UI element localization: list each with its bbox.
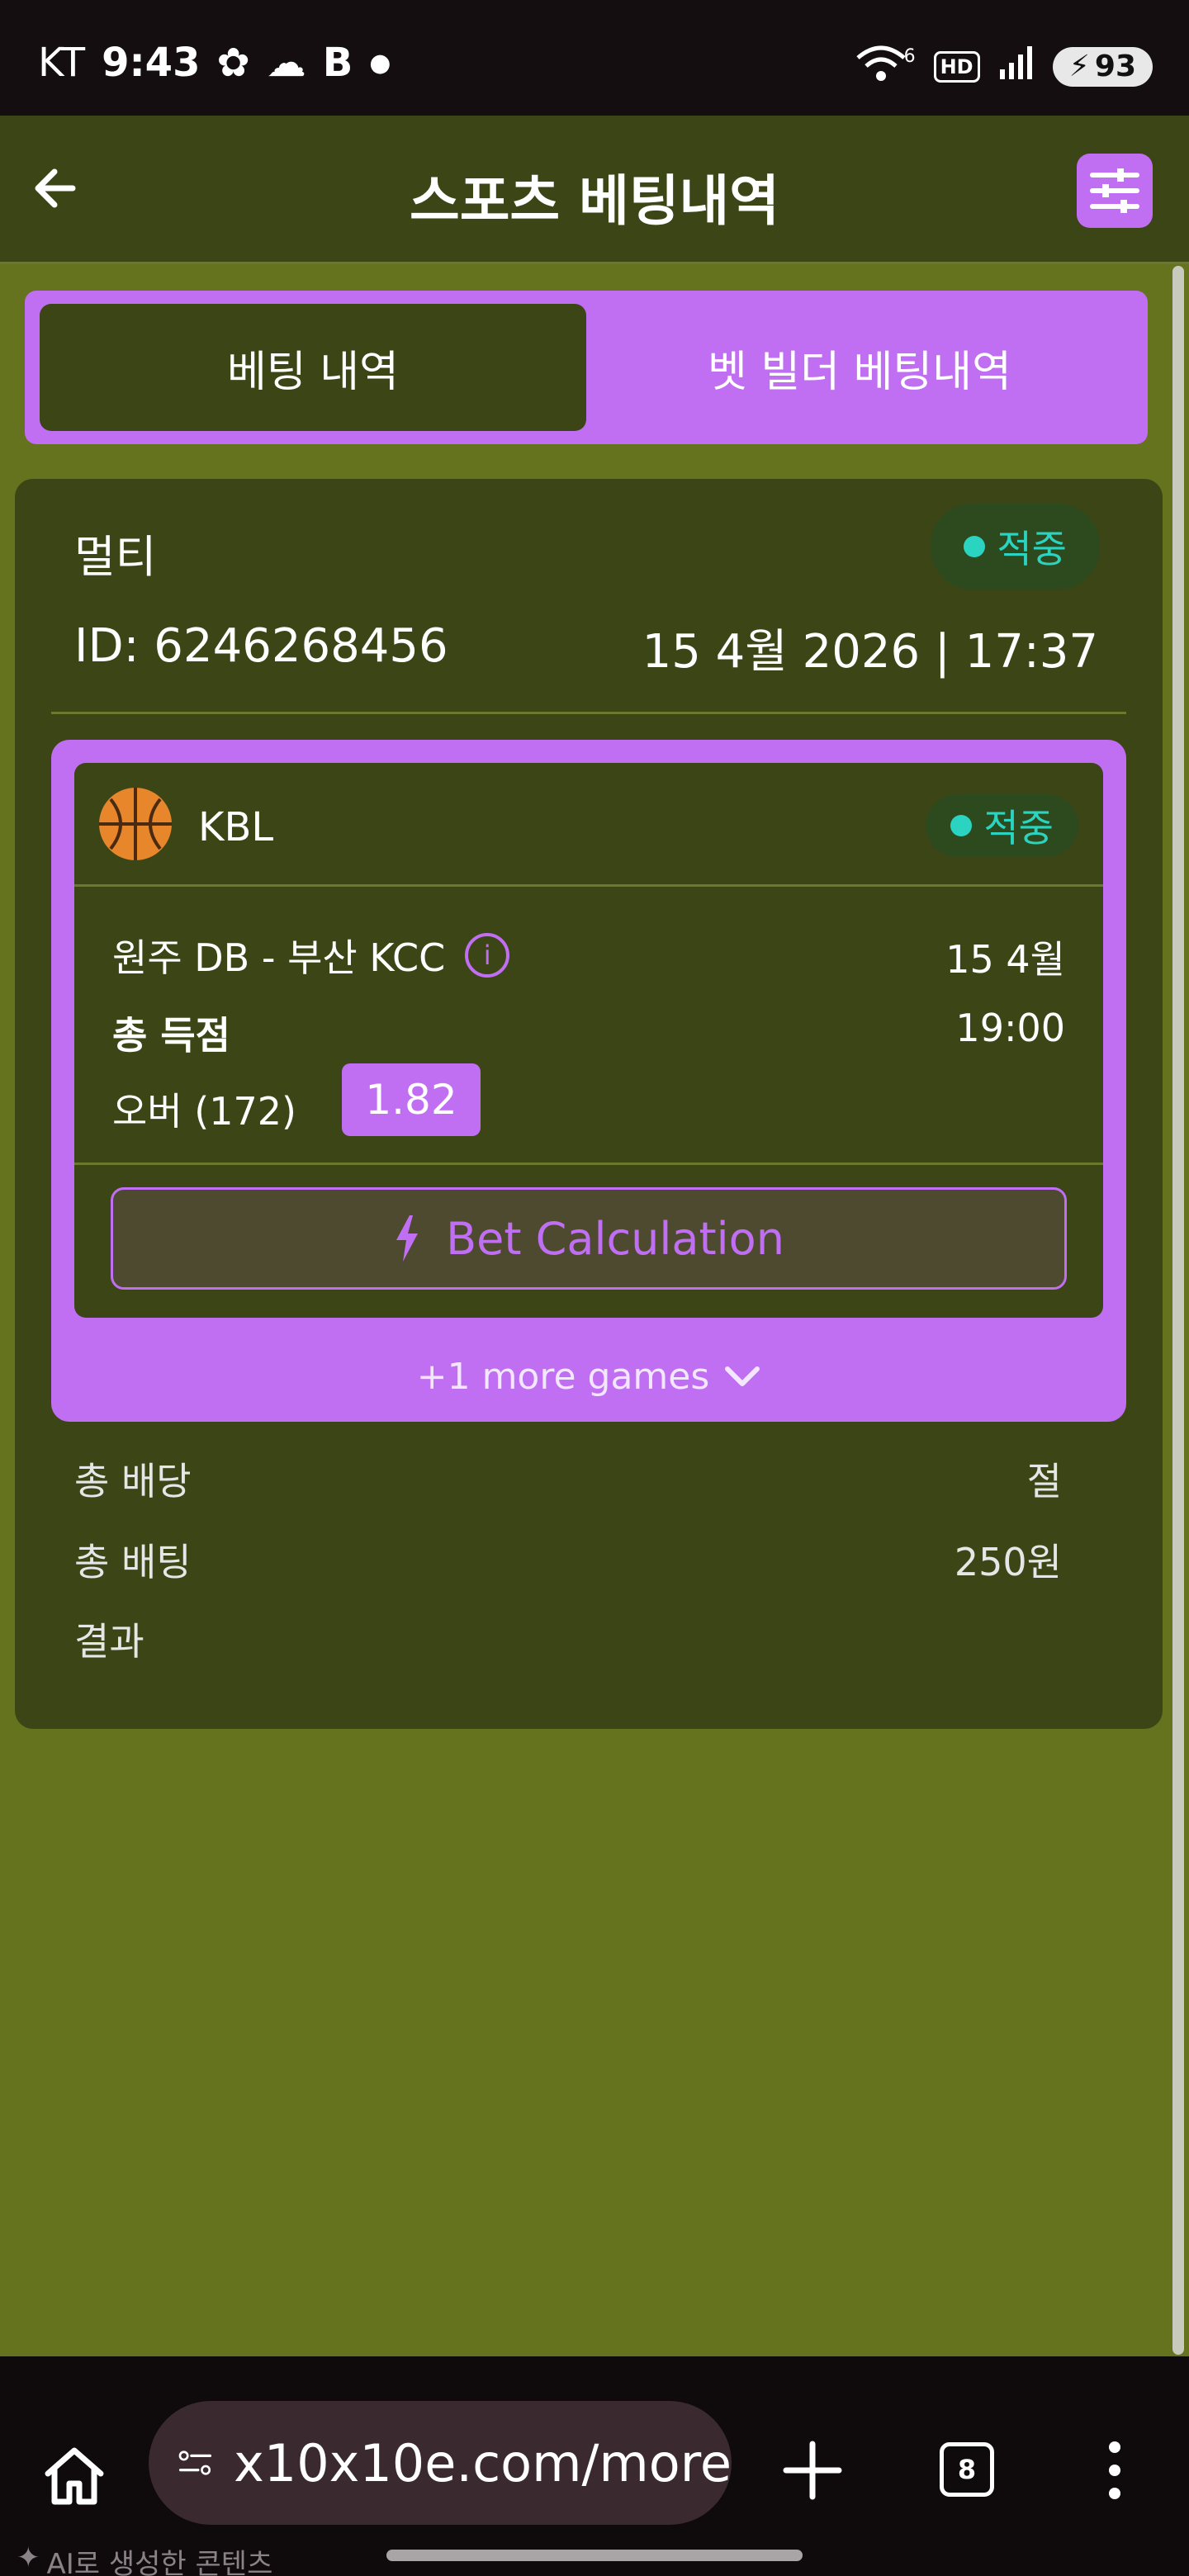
market-name: 총 득점 bbox=[112, 1013, 230, 1058]
page-scrollbar[interactable] bbox=[1172, 266, 1184, 2355]
hd-icon: HD bbox=[933, 50, 980, 83]
summary-label: 결과 bbox=[74, 1619, 144, 1664]
network-type: 6 bbox=[903, 46, 916, 67]
more-menu-icon[interactable] bbox=[1098, 2437, 1131, 2503]
pick-label: 오버 (172) bbox=[112, 1089, 296, 1134]
more-games-label: +1 more games bbox=[416, 1355, 710, 1398]
selection-status-label: 적중 bbox=[983, 806, 1054, 850]
status-dot-icon bbox=[964, 536, 986, 557]
dot-icon: ● bbox=[369, 48, 391, 78]
status-dot-icon bbox=[950, 815, 973, 836]
status-badge: 적중 bbox=[931, 504, 1100, 590]
lightning-icon bbox=[396, 1215, 419, 1262]
status-bar: KT 9:43 ✿ ☁ B ● 6 HD ⚡ 93 bbox=[0, 0, 1189, 116]
ai-content-note: ✦ AI로 생성한 콘텐츠 bbox=[17, 2541, 272, 2576]
b-app-icon: B bbox=[322, 40, 353, 86]
match-row: 원주 DB - 부산 KCC i bbox=[112, 928, 510, 983]
selection-card: KBL 적중 원주 DB - 부산 KCC i 15 4월 총 득점 19:00… bbox=[74, 763, 1103, 1318]
home-icon[interactable] bbox=[41, 2442, 107, 2508]
clock: 9:43 bbox=[102, 40, 201, 86]
league-name: KBL bbox=[198, 804, 274, 850]
battery-level: 93 bbox=[1094, 50, 1136, 83]
selection-block: KBL 적중 원주 DB - 부산 KCC i 15 4월 총 득점 19:00… bbox=[51, 740, 1126, 1422]
page-title: 스포츠 베팅내역 bbox=[409, 169, 780, 233]
url-text: x10x10e.com/more bbox=[234, 2432, 732, 2493]
tab-switcher-button[interactable]: 8 bbox=[940, 2442, 994, 2497]
carrier-label: KT bbox=[38, 40, 86, 86]
app-header: 스포츠 베팅내역 bbox=[0, 116, 1189, 264]
chevron-down-icon bbox=[725, 1366, 760, 1386]
match-time: 19:00 bbox=[955, 1006, 1065, 1050]
bet-id: ID: 6246268456 bbox=[74, 619, 448, 673]
bet-calculation-button[interactable]: Bet Calculation bbox=[111, 1187, 1067, 1290]
browser-toolbar: x10x10e.com/more 8 ✦ AI로 생성한 콘텐츠 bbox=[0, 2356, 1189, 2576]
more-games-toggle[interactable]: +1 more games bbox=[51, 1331, 1126, 1422]
bolt-icon: ⚡ bbox=[1068, 50, 1090, 83]
sparkle-icon: ✦ bbox=[17, 2541, 40, 2574]
summary-value: 250원 bbox=[954, 1540, 1062, 1584]
site-settings-icon[interactable] bbox=[178, 2442, 212, 2484]
tab-bet-builder-history[interactable]: 벳 빌더 베팅내역 bbox=[586, 304, 1133, 431]
filter-button[interactable] bbox=[1077, 154, 1153, 228]
tab-bet-history[interactable]: 베팅 내역 bbox=[40, 304, 586, 431]
divider bbox=[74, 1163, 1103, 1165]
url-bar[interactable]: x10x10e.com/more bbox=[149, 2401, 732, 2525]
bet-calculation-label: Bet Calculation bbox=[446, 1212, 784, 1265]
match-teams: 원주 DB - 부산 KCC bbox=[112, 935, 446, 980]
odds-badge: 1.82 bbox=[342, 1063, 481, 1136]
new-tab-icon[interactable] bbox=[781, 2439, 844, 2502]
sliders-icon bbox=[1090, 168, 1139, 213]
bet-card: 멀티 적중 ID: 6246268456 15 4월 2026 | 17:37 … bbox=[15, 479, 1163, 1729]
summary-value: 절 bbox=[1026, 1459, 1062, 1503]
summary-label: 총 배팅 bbox=[74, 1540, 192, 1584]
match-date: 15 4월 bbox=[945, 937, 1065, 982]
gesture-bar[interactable] bbox=[386, 2550, 803, 2561]
ai-note-label: AI로 생성한 콘텐츠 bbox=[46, 2548, 273, 2576]
cloud-icon: ☁ bbox=[266, 40, 306, 86]
info-icon[interactable]: i bbox=[465, 933, 510, 978]
battery-indicator: ⚡ 93 bbox=[1052, 46, 1153, 87]
summary-label: 총 배당 bbox=[74, 1459, 192, 1503]
selection-status-badge: 적중 bbox=[926, 794, 1078, 857]
basketball-icon bbox=[99, 788, 172, 860]
bet-type: 멀티 bbox=[74, 531, 157, 583]
flower-icon: ✿ bbox=[216, 40, 250, 86]
history-tabs: 베팅 내역 벳 빌더 베팅내역 bbox=[25, 291, 1148, 444]
league-row: KBL 적중 bbox=[74, 763, 1103, 887]
status-label: 적중 bbox=[997, 527, 1067, 571]
bet-datetime: 15 4월 2026 | 17:37 bbox=[642, 625, 1098, 679]
signal-icon bbox=[998, 45, 1035, 88]
divider bbox=[51, 712, 1126, 714]
wifi-icon bbox=[855, 43, 907, 90]
